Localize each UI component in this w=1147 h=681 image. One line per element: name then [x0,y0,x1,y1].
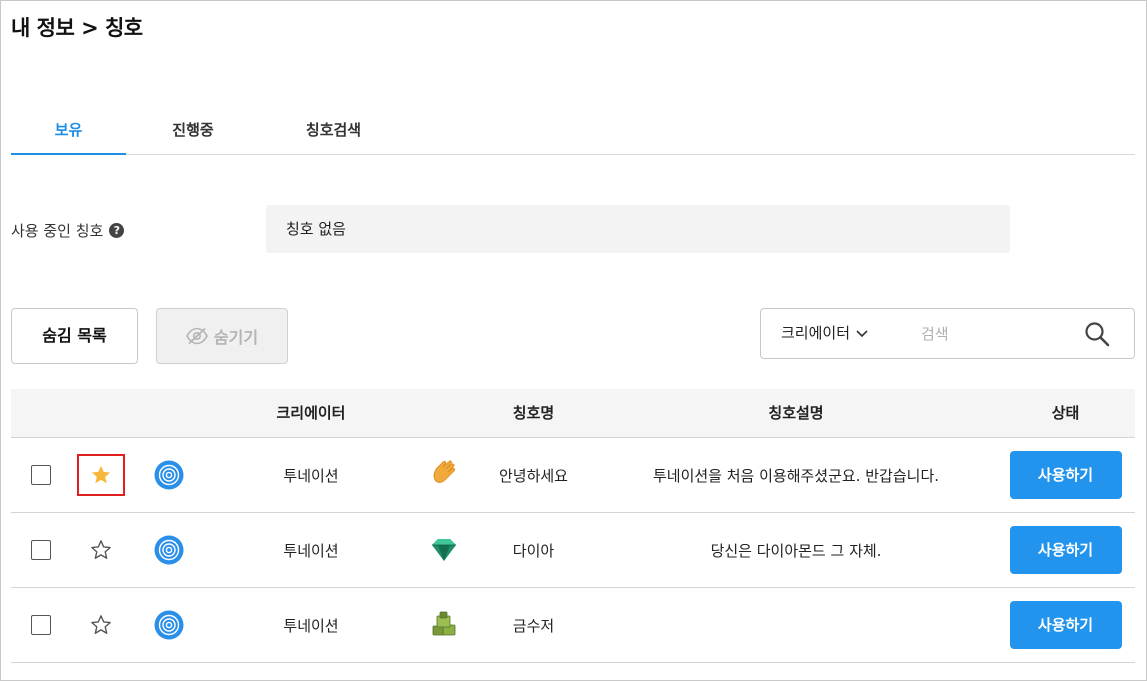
creator-name: 투네이션 [283,466,339,485]
title-icon-cell [416,438,471,512]
favorite-star-button[interactable] [77,454,125,496]
title-name: 다이아 [512,541,555,560]
hide-button[interactable]: 숨기기 [156,308,288,364]
favorite-cell [71,513,131,587]
eye-slash-icon [185,327,208,345]
question-circle-icon[interactable]: ? [109,223,125,238]
search-input[interactable] [921,319,1071,349]
creator-icon-cell [136,588,201,662]
creator-name: 투네이션 [283,616,339,635]
creator-logo-icon [154,535,183,565]
hidden-list-button[interactable]: 숨김 목록 [11,308,138,364]
title-description: 투네이션을 처음 이용해주셨군요. 반갑습니다. [652,466,940,485]
use-title-button[interactable]: 사용하기 [1009,451,1122,499]
title-name: 금수저 [512,616,555,635]
favorite-star-button[interactable] [77,604,125,646]
page-title: 내 정보 > 칭호 [11,16,143,40]
title-description [596,588,996,662]
search-filter-value: 크리에이터 [781,324,851,342]
money-stack-icon [432,611,455,636]
waving-hand-icon [433,460,455,483]
table-header: 크리에이터 칭호명 칭호설명 상태 [11,389,1135,438]
table-row: 투네이션 안녕하세요 투네이션을 처음 이용해주셨군요. 반갑습니다. 사용하기 [11,438,1135,513]
star-outline-icon [91,540,111,559]
row-select-cell [11,438,71,512]
search-bar: 크리에이터 [760,308,1135,359]
row-select-cell [11,513,71,587]
status-cell: 사용하기 [996,438,1135,512]
star-filled-icon [91,465,111,484]
title-description: 당신은 다이아몬드 그 자체. [710,541,882,560]
header-creator: 크리에이터 [276,404,346,422]
header-title-description: 칭호설명 [768,404,824,422]
favorite-cell [71,438,131,512]
creator-name: 투네이션 [283,541,339,560]
row-checkbox[interactable] [31,465,51,485]
star-outline-icon [91,615,111,634]
creator-logo-icon [154,460,183,490]
magnifier-icon[interactable] [1083,320,1111,348]
title-name: 안녕하세요 [498,466,568,485]
chevron-down-icon [856,329,868,337]
creator-logo-icon [154,610,183,640]
tab-in-progress[interactable]: 진행중 [133,116,253,155]
status-cell: 사용하기 [996,513,1135,587]
row-select-cell [11,588,71,662]
tab-title-search[interactable]: 칭호검색 [271,116,396,155]
tab-bar: 보유 진행중 칭호검색 [11,116,1135,155]
table-row: 투네이션 다이아 당신은 다이아몬드 그 자체. 사용하기 [11,513,1135,588]
row-checkbox[interactable] [31,540,51,560]
creator-icon-cell [136,513,201,587]
current-title-value: 칭호 없음 [266,205,1010,253]
current-title-label: 사용 중인 칭호 [11,222,104,240]
search-filter-select[interactable]: 크리에이터 [781,309,868,358]
diamond-gem-icon [431,539,456,561]
favorite-star-button[interactable] [77,529,125,571]
favorite-cell [71,588,131,662]
status-cell: 사용하기 [996,588,1135,662]
title-icon-cell [416,588,471,662]
row-checkbox[interactable] [31,615,51,635]
tab-owned[interactable]: 보유 [11,116,126,155]
hide-button-label: 숨기기 [213,328,259,347]
use-title-button[interactable]: 사용하기 [1009,601,1122,649]
creator-icon-cell [136,438,201,512]
title-icon-cell [416,513,471,587]
use-title-button[interactable]: 사용하기 [1009,526,1122,574]
header-status: 상태 [1051,404,1080,422]
current-title-label-row: 사용 중인 칭호 ? [11,220,125,241]
header-title-name: 칭호명 [512,404,555,422]
table-row: 투네이션 금수저 사용하기 [11,588,1135,663]
